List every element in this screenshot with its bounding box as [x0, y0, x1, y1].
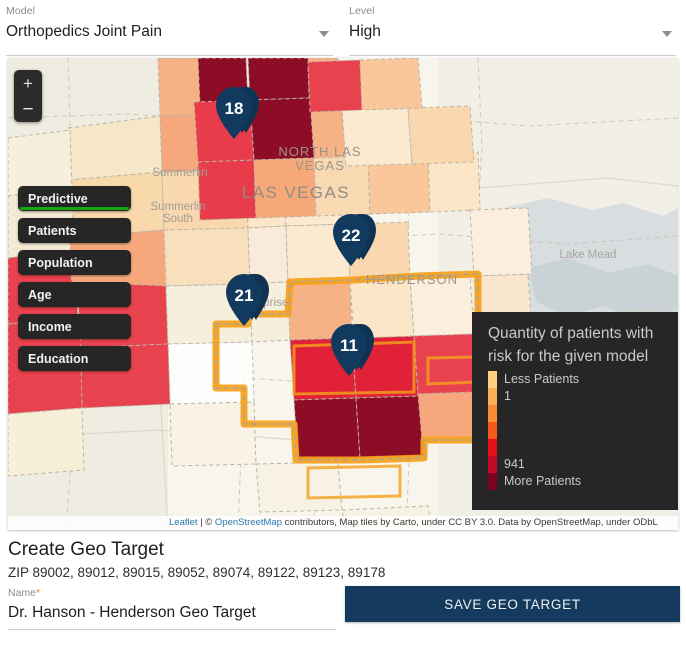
- legend-entry: 1: [488, 388, 666, 405]
- map-layer-buttons: Predictive Patients Population Age Incom…: [18, 186, 131, 371]
- map-marker-cluster[interactable]: 11: [331, 323, 375, 381]
- name-input[interactable]: Dr. Hanson - Henderson Geo Target: [8, 600, 336, 626]
- model-select-value: Orthopedics Joint Pain: [6, 23, 162, 40]
- layer-button-label: Population: [28, 255, 93, 270]
- save-button-label: SAVE GEO TARGET: [444, 596, 581, 612]
- svg-text:HENDERSON: HENDERSON: [366, 272, 458, 287]
- legend-swatch: [488, 456, 497, 473]
- level-select-label: Level: [349, 5, 375, 17]
- legend-swatch: [488, 422, 497, 439]
- svg-text:South: South: [163, 213, 193, 225]
- legend-swatch: [488, 473, 497, 490]
- attribution-separator: | ©: [197, 517, 215, 528]
- legend-label: Less Patients: [504, 372, 580, 386]
- layer-button-label: Patients: [28, 223, 77, 238]
- marker-count: 21: [234, 286, 254, 305]
- layer-button-label: Education: [28, 351, 89, 366]
- svg-text:Summerlin: Summerlin: [151, 201, 206, 213]
- leaflet-link[interactable]: Leaflet: [169, 517, 198, 528]
- save-geo-target-button[interactable]: SAVE GEO TARGET: [345, 586, 680, 622]
- legend-entry: 941: [488, 456, 666, 473]
- model-select-label: Model: [6, 5, 36, 17]
- zoom-out-button[interactable]: −: [14, 96, 42, 122]
- legend-entry: [488, 405, 666, 422]
- legend-swatch: [488, 388, 497, 405]
- map-legend: Quantity of patients with risk for the g…: [472, 312, 678, 510]
- legend-entry: [488, 422, 666, 439]
- legend-swatch: [488, 405, 497, 422]
- level-select[interactable]: Level High: [343, 0, 686, 56]
- legend-label: 941: [504, 457, 525, 471]
- svg-text:Summerlin: Summerlin: [153, 167, 208, 179]
- layer-button-population[interactable]: Population: [18, 250, 131, 275]
- legend-scale: Less Patients 1 941 More Patients: [488, 371, 666, 490]
- map-canvas[interactable]: NORTH LAS VEGAS LAS VEGAS Summerlin Summ…: [8, 58, 678, 530]
- marker-count: 18: [224, 99, 244, 118]
- map-attribution: Leaflet | © OpenStreetMap contributors, …: [8, 516, 678, 530]
- layer-button-patients[interactable]: Patients: [18, 218, 131, 243]
- layer-button-label: Income: [28, 319, 72, 334]
- layer-button-income[interactable]: Income: [18, 314, 131, 339]
- legend-swatch: [488, 439, 497, 456]
- marker-count: 22: [341, 226, 361, 245]
- chevron-down-icon[interactable]: [319, 31, 329, 37]
- svg-text:VEGAS: VEGAS: [295, 158, 345, 173]
- svg-text:Lake Mead: Lake Mead: [560, 249, 617, 261]
- name-field-underline: [8, 629, 336, 630]
- required-asterisk: *: [36, 587, 41, 599]
- svg-text:NORTH LAS: NORTH LAS: [278, 144, 361, 159]
- name-label-text: Name: [8, 587, 37, 599]
- map-zoom-control[interactable]: + −: [14, 70, 42, 122]
- legend-entry: More Patients: [488, 473, 666, 490]
- legend-label: More Patients: [504, 474, 582, 488]
- legend-title: Quantity of patients with risk for the g…: [488, 325, 654, 365]
- name-field[interactable]: Name* Dr. Hanson - Henderson Geo Target: [8, 586, 336, 630]
- page-title: Create Geo Target: [8, 539, 164, 560]
- model-select-underline: [6, 55, 333, 56]
- layer-button-age[interactable]: Age: [18, 282, 131, 307]
- svg-text:LAS VEGAS: LAS VEGAS: [242, 183, 350, 202]
- layer-button-label: Age: [28, 287, 52, 302]
- layer-button-education[interactable]: Education: [18, 346, 131, 371]
- map-marker-cluster[interactable]: 18: [216, 86, 260, 144]
- legend-entry: Less Patients: [488, 371, 666, 388]
- chevron-down-icon[interactable]: [662, 31, 672, 37]
- legend-entry: [488, 439, 666, 456]
- legend-label: 1: [504, 389, 511, 403]
- level-select-value: High: [349, 23, 381, 40]
- attribution-rest: contributors, Map tiles by Carto, under …: [282, 517, 658, 528]
- zip-list: ZIP 89002, 89012, 89015, 89052, 89074, 8…: [8, 565, 386, 580]
- zoom-in-button[interactable]: +: [14, 70, 42, 96]
- map-marker-cluster[interactable]: 22: [333, 213, 377, 271]
- name-field-label: Name*: [8, 586, 336, 600]
- layer-button-predictive[interactable]: Predictive: [18, 186, 131, 211]
- level-select-underline: [349, 55, 676, 56]
- map-marker-cluster[interactable]: 21: [226, 273, 270, 331]
- marker-count: 11: [340, 336, 358, 355]
- geo-target-screen: Model Orthopedics Joint Pain Level High: [0, 0, 686, 654]
- legend-swatch: [488, 371, 497, 388]
- layer-button-label: Predictive: [28, 191, 88, 206]
- openstreetmap-link[interactable]: OpenStreetMap: [215, 517, 282, 528]
- selector-row: Model Orthopedics Joint Pain Level High: [0, 0, 686, 56]
- model-select[interactable]: Model Orthopedics Joint Pain: [0, 0, 343, 56]
